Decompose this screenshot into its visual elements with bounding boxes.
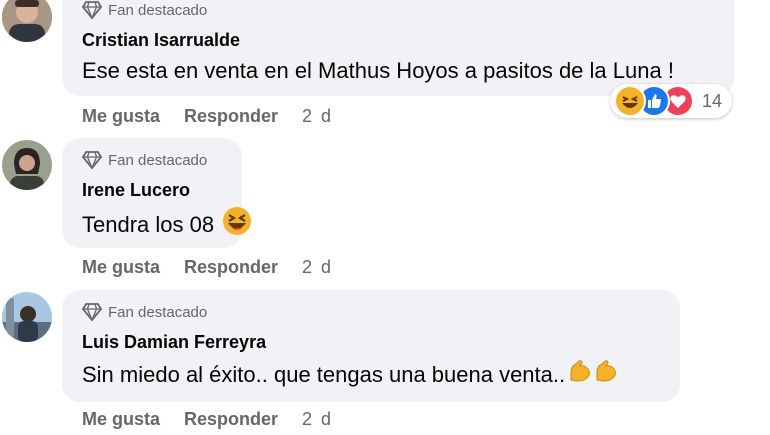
badge-label: Fan destacado [108,151,208,169]
badge-label: Fan destacado [108,1,208,19]
comment-timestamp[interactable]: 2 d [302,257,333,278]
avatar-photo [2,140,52,190]
flexed-biceps-emoji [593,358,619,392]
reply-button[interactable]: Responder [184,106,278,127]
laughing-emoji [222,206,252,244]
avatar[interactable] [2,0,52,42]
reply-button[interactable]: Responder [184,409,278,430]
top-fan-badge: Fan destacado [82,150,222,170]
comment-bubble: Fan destacado Cristian Isarrualde Ese es… [62,0,734,96]
comment-text-content: Ese esta en venta en el Mathus Hoyos a p… [82,58,674,83]
avatar[interactable] [2,140,52,190]
comment-author[interactable]: Luis Damian Ferreyra [82,332,660,352]
avatar-photo [2,0,52,42]
reply-button[interactable]: Responder [184,257,278,278]
comment-bubble: Fan destacado Luis Damian Ferreyra Sin m… [62,290,680,402]
comment-text: Tendra los 08 [82,206,252,244]
comment-text: Ese esta en venta en el Mathus Hoyos a p… [82,56,714,86]
like-button[interactable]: Me gusta [82,257,160,278]
comment-actions: Me gusta Responder 2 d [82,407,333,431]
badge-label: Fan destacado [108,303,208,321]
reaction-summary[interactable]: 14 [610,84,733,118]
comment-bubble: Fan destacado Irene Lucero Tendra los 08 [62,138,252,248]
like-button[interactable]: Me gusta [82,106,160,127]
top-fan-badge: Fan destacado [82,302,660,322]
diamond-icon [82,303,102,321]
haha-icon [614,85,646,117]
flexed-biceps-emoji [567,358,593,392]
comment-timestamp[interactable]: 2 d [302,106,333,127]
avatar[interactable] [2,292,52,342]
avatar-photo [2,292,52,342]
top-fan-badge: Fan destacado [82,0,714,20]
comment-text-content: Sin miedo al éxito.. que tengas una buen… [82,362,566,387]
comment-text: Sin miedo al éxito.. que tengas una buen… [82,358,660,392]
diamond-icon [82,1,102,19]
comment-author[interactable]: Irene Lucero [82,180,222,200]
comment-text-content: Tendra los 08 [82,212,215,237]
diamond-icon [82,151,102,169]
comment-actions: Me gusta Responder 2 d [82,104,333,128]
like-button[interactable]: Me gusta [82,409,160,430]
comment-author[interactable]: Cristian Isarrualde [82,30,714,50]
comment-timestamp[interactable]: 2 d [302,409,333,430]
reaction-count: 14 [702,90,723,111]
comment-actions: Me gusta Responder 2 d [82,255,333,279]
